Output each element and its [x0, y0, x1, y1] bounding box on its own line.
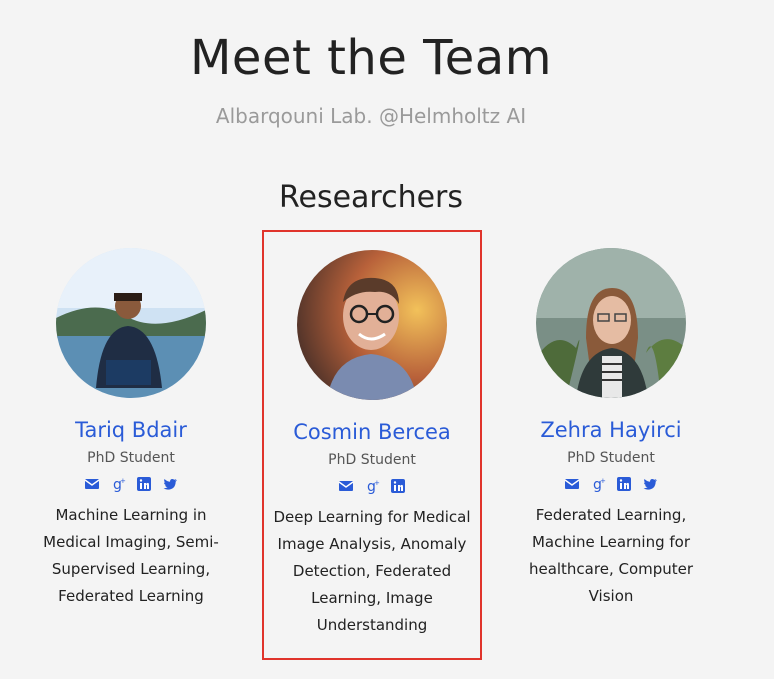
- svg-text:+: +: [120, 477, 126, 485]
- social-links: g +: [264, 478, 480, 496]
- member-name[interactable]: Cosmin Bercea: [264, 420, 480, 444]
- team-member-card: Cosmin Bercea PhD Student g + Deep Learni…: [262, 230, 482, 660]
- linkedin-icon[interactable]: [136, 476, 152, 492]
- google-scholar-icon[interactable]: g +: [110, 476, 126, 493]
- section-title: Researchers: [278, 180, 464, 215]
- email-icon[interactable]: [84, 476, 100, 492]
- svg-text:+: +: [374, 479, 380, 487]
- linkedin-icon[interactable]: [616, 476, 632, 492]
- avatar: [297, 250, 447, 400]
- google-scholar-icon[interactable]: g +: [364, 478, 380, 495]
- member-name[interactable]: Tariq Bdair: [21, 418, 241, 442]
- avatar: [536, 248, 686, 398]
- social-links: g +: [501, 476, 721, 494]
- svg-text:+: +: [600, 477, 606, 485]
- page-subtitle: Albarqouni Lab. @Helmholtz AI: [215, 104, 527, 128]
- twitter-icon[interactable]: [162, 476, 178, 492]
- avatar: [56, 248, 206, 398]
- member-name[interactable]: Zehra Hayirci: [501, 418, 721, 442]
- member-role: PhD Student: [87, 450, 175, 466]
- email-icon[interactable]: [338, 478, 354, 494]
- page-title: Meet the Team: [190, 30, 552, 86]
- email-icon[interactable]: [564, 476, 580, 492]
- google-scholar-icon[interactable]: g +: [590, 476, 606, 493]
- team-member-card: Zehra Hayirci PhD Student g + Federated L…: [501, 230, 721, 660]
- research-interests: Federated Learning, Machine Learning for…: [528, 506, 694, 605]
- member-role: PhD Student: [567, 450, 655, 466]
- team-member-card: Tariq Bdair PhD Student g + Machine Learn…: [21, 230, 241, 660]
- linkedin-icon[interactable]: [390, 478, 406, 494]
- social-links: g +: [21, 476, 241, 494]
- research-interests: Deep Learning for Medical Image Analysis…: [273, 508, 471, 634]
- member-role: PhD Student: [328, 452, 416, 468]
- research-interests: Machine Learning in Medical Imaging, Sem…: [43, 506, 219, 605]
- twitter-icon[interactable]: [642, 476, 658, 492]
